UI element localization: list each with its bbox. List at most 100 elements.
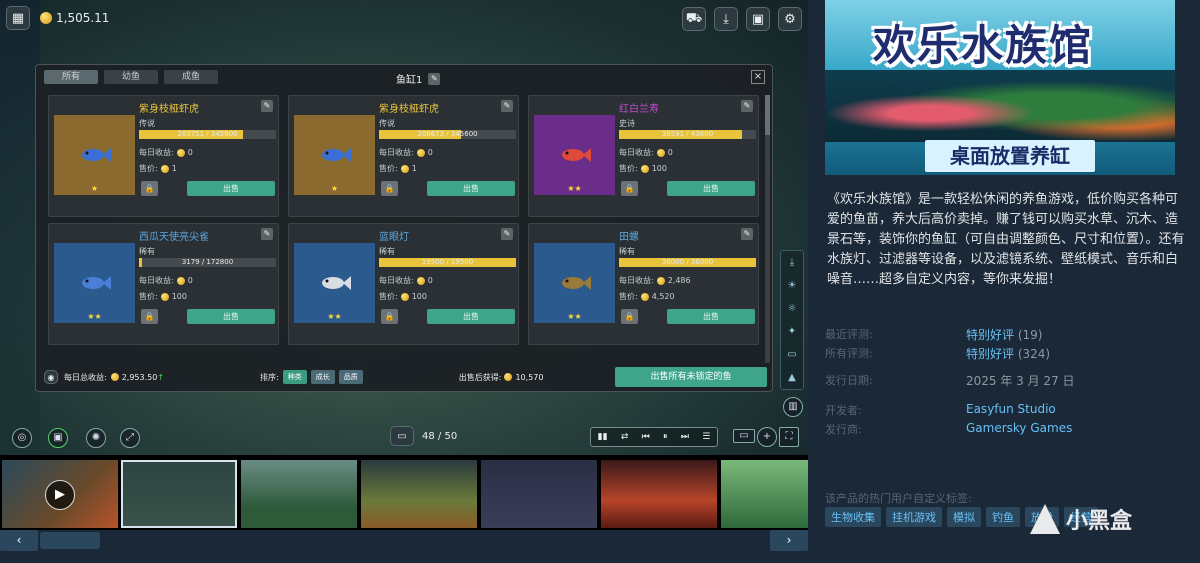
fish-portrait: ★ — [294, 115, 375, 195]
tank-icon[interactable]: ▭ — [787, 349, 796, 360]
sort-quality-button[interactable]: 品质 — [338, 370, 363, 384]
growth-text: 3179 / 172800 — [181, 258, 234, 266]
equalizer-icon[interactable]: ▮▮ — [598, 432, 608, 442]
add-icon[interactable]: + — [757, 427, 777, 447]
strip-scroll-handle[interactable] — [40, 532, 100, 549]
menu-icon[interactable]: ▦ — [6, 6, 30, 30]
playlist-icon[interactable]: ☰ — [702, 432, 710, 442]
download-icon[interactable]: ⤓ — [790, 257, 794, 268]
download-icon[interactable]: ⤓ — [714, 7, 738, 31]
strip-next-button[interactable]: › — [770, 530, 808, 551]
fish-count: 48 / 50 — [422, 430, 458, 442]
lock-icon[interactable]: 🔒 — [381, 181, 398, 196]
play-icon[interactable]: ▶ — [45, 480, 75, 510]
screenshot-thumbnail[interactable] — [361, 460, 477, 528]
sun-icon[interactable]: ☀ — [788, 280, 797, 291]
lock-icon[interactable]: 🔒 — [621, 309, 638, 324]
all-reviews-summary[interactable]: 特别好评 — [966, 347, 1014, 361]
publisher-link[interactable]: Gamersky Games — [966, 421, 1072, 435]
screenshot-thumbnail[interactable] — [601, 460, 717, 528]
recent-reviews-summary[interactable]: 特别好评 — [966, 328, 1014, 342]
fish-tank-dialog: 所有 幼鱼 成鱼 鱼缸1 ✎ × ★ 紫身枝桠虾虎 ✎ 传说 263751 / 3456… — [35, 64, 773, 392]
developer-link[interactable]: Easyfun Studio — [966, 402, 1056, 416]
edit-icon[interactable]: ✎ — [501, 100, 513, 112]
fish-rarity: 传说 — [139, 119, 155, 128]
screenshot-thumbnail[interactable] — [241, 460, 357, 528]
growth-bar: 206673 / 345600 — [379, 130, 516, 139]
sell-button[interactable]: 出售 — [667, 309, 755, 324]
all-reviews-label: 所有评测: — [825, 347, 873, 360]
next-icon[interactable]: ⏭ — [681, 432, 689, 442]
shuffle-icon[interactable]: ⇄ — [621, 432, 629, 442]
edit-icon[interactable]: ✎ — [741, 228, 753, 240]
tag-chip[interactable]: 模拟 — [947, 507, 981, 527]
edit-icon[interactable]: ✎ — [501, 228, 513, 240]
screenshot-thumbnail[interactable] — [721, 460, 808, 528]
tab-juvenile[interactable]: 幼鱼 — [104, 70, 159, 84]
shop-icon[interactable]: ⛟ — [682, 7, 706, 31]
expand-icon[interactable]: ⤢ — [120, 428, 140, 448]
fish-icon — [81, 276, 111, 290]
strip-scrollbar[interactable]: ‹ › — [0, 530, 808, 551]
fish-rarity: 稀有 — [139, 247, 155, 256]
sell-button[interactable]: 出售 — [427, 309, 515, 324]
tank-capacity: ▭ 48 / 50 — [390, 426, 457, 446]
scrollbar-thumb[interactable] — [765, 95, 770, 135]
music-player: ▮▮ ⇄ ⏮ ⏸ ⏭ ☰ — [590, 427, 718, 447]
window-icon[interactable]: ▣ — [746, 7, 770, 31]
sale-price: 售价: 1 — [139, 163, 177, 174]
dialog-footer: ◉ 每日总收益: 2,953.50 ↑ 排序: 种类 成长 品质 出售后获得: … — [36, 363, 772, 391]
sell-button[interactable]: 出售 — [187, 181, 275, 196]
sort-growth-button[interactable]: 成长 — [310, 370, 335, 384]
bulb-icon[interactable]: ✺ — [86, 428, 106, 448]
aperture-icon[interactable]: ◎ — [12, 428, 32, 448]
tag-chip[interactable]: 钓鱼 — [986, 507, 1020, 527]
pause-icon[interactable]: ⏸ — [663, 432, 668, 442]
recent-reviews-value[interactable]: 特别好评 (19) — [966, 326, 1042, 343]
lock-icon[interactable]: 🔒 — [141, 309, 158, 324]
lock-icon[interactable]: 🔒 — [141, 181, 158, 196]
sell-button[interactable]: 出售 — [667, 181, 755, 196]
video-thumbnail[interactable]: ▶ — [2, 460, 118, 528]
all-reviews-value[interactable]: 特别好评 (324) — [966, 345, 1050, 362]
gear-icon[interactable]: ⚙ — [778, 7, 802, 31]
sell-gain-label: 出售后获得: — [458, 372, 502, 382]
close-button[interactable]: × — [751, 70, 765, 84]
light-icon[interactable]: ✦ — [788, 326, 796, 337]
tab-adult[interactable]: 成鱼 — [164, 70, 219, 84]
game-info-panel: 欢乐水族馆 桌面放置养缸 《欢乐水族馆》是一款轻松休闲的养鱼游戏，低价购买各种可… — [825, 0, 1200, 563]
fullscreen-icon[interactable]: ⛶ — [779, 427, 799, 447]
edit-icon[interactable]: ✎ — [428, 72, 441, 85]
background-wall — [0, 0, 40, 455]
fish-card: ★★ 红白兰寿 ✎ 史诗 39591 / 43600 每日收益: 0 售价: 100 🔒 出售 — [528, 95, 759, 217]
dialog-scrollbar[interactable] — [765, 95, 770, 363]
album-icon[interactable]: ▣ — [48, 428, 68, 448]
growth-text: 39591 / 43600 — [661, 130, 714, 138]
fish-card: ★ 紫身枝桠虾虎 ✎ 传说 263751 / 345600 每日收益: 0 售价: 1 🔒 出售 — [48, 95, 279, 217]
scene-icon[interactable]: ▲ — [788, 372, 796, 383]
sort-type-button[interactable]: 种类 — [282, 370, 307, 384]
tag-chip[interactable]: 挂机游戏 — [886, 507, 942, 527]
strip-prev-button[interactable]: ‹ — [0, 530, 38, 551]
sun-icon[interactable]: ☼ — [788, 303, 797, 314]
publisher-label: 发行商: — [825, 423, 862, 436]
tank-icon[interactable]: ▭ — [390, 426, 414, 446]
main-screenshot[interactable]: ▦ 1,505.11 ⛟ ⤓ ▣ ⚙ 所有 幼鱼 成鱼 鱼缸1 ✎ × ★ 紫身枝… — [0, 0, 808, 455]
coin-icon — [176, 148, 185, 157]
lock-icon[interactable]: 🔒 — [621, 181, 638, 196]
tag-chip[interactable]: 生物收集 — [825, 507, 881, 527]
screenshot-thumbnail[interactable] — [481, 460, 597, 528]
previous-icon[interactable]: ⏮ — [642, 432, 650, 442]
edit-icon[interactable]: ✎ — [261, 228, 273, 240]
stats-icon[interactable]: ▥ — [783, 397, 803, 417]
tab-all[interactable]: 所有 — [44, 70, 99, 84]
lock-icon[interactable]: 🔒 — [381, 309, 398, 324]
edit-icon[interactable]: ✎ — [261, 100, 273, 112]
edit-icon[interactable]: ✎ — [741, 100, 753, 112]
sell-button[interactable]: 出售 — [187, 309, 275, 324]
sell-button[interactable]: 出售 — [427, 181, 515, 196]
screenshot-thumbnail[interactable] — [121, 460, 237, 528]
sell-all-button[interactable]: 出售所有未锁定的鱼 — [615, 367, 767, 387]
sale-price-value: 1 — [411, 164, 417, 173]
window-mode-icon[interactable]: ▭ — [733, 429, 755, 443]
